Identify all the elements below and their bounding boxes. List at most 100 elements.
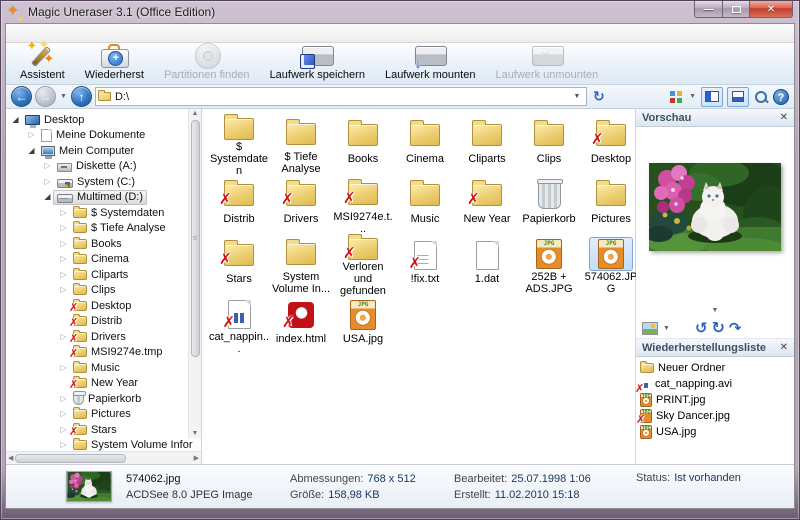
tree-item-body[interactable]: Mein Computer bbox=[37, 143, 138, 159]
tree-item-body[interactable]: Pictures bbox=[69, 407, 135, 422]
scroll-left-icon[interactable]: ◀ bbox=[8, 454, 13, 462]
toolbar-button[interactable]: Assistent bbox=[10, 38, 75, 84]
file-item[interactable]: Drivers bbox=[270, 177, 332, 235]
minimize-button[interactable]: — bbox=[694, 1, 723, 18]
tree-item[interactable]: Desktop bbox=[6, 298, 187, 314]
tree-item[interactable]: Distrib bbox=[6, 314, 187, 329]
tree-item[interactable]: Diskette (A:) bbox=[6, 159, 187, 175]
image-mode-dropdown-icon[interactable]: ▼ bbox=[662, 325, 671, 332]
refresh-icon[interactable]: ↻ bbox=[590, 88, 608, 105]
expander-icon[interactable] bbox=[58, 270, 69, 280]
expander-icon[interactable] bbox=[58, 332, 69, 342]
tree-item[interactable]: Papierkorb bbox=[6, 390, 187, 407]
help-icon[interactable]: ? bbox=[773, 88, 789, 105]
maximize-button[interactable] bbox=[723, 1, 750, 18]
file-item[interactable]: Papierkorb bbox=[518, 177, 580, 235]
expander-icon[interactable] bbox=[42, 177, 53, 187]
file-item[interactable]: Distrib bbox=[208, 177, 270, 235]
file-item[interactable]: USA.jpg bbox=[332, 297, 394, 355]
close-button[interactable]: ✕ bbox=[750, 1, 793, 18]
search-icon[interactable] bbox=[753, 89, 769, 105]
tree-item-body[interactable]: Cinema bbox=[69, 252, 133, 267]
title-bar[interactable]: Magic Uneraser 3.1 (Office Edition) — ✕ bbox=[1, 1, 799, 24]
file-item[interactable]: MSI9274e.t... bbox=[332, 177, 394, 235]
back-button[interactable]: ← bbox=[11, 86, 32, 107]
file-item[interactable]: !fix.txt bbox=[394, 237, 456, 295]
file-item[interactable]: 1.dat bbox=[456, 237, 518, 295]
tree-item-body[interactable]: Desktop bbox=[21, 112, 88, 129]
expander-icon[interactable] bbox=[58, 208, 69, 218]
tree-item-body[interactable]: MSI9274e.tmp bbox=[69, 345, 167, 360]
tree-item-body[interactable]: Desktop bbox=[69, 298, 135, 314]
tree-item-body[interactable]: Clips bbox=[69, 283, 119, 298]
menu-item[interactable] bbox=[24, 31, 38, 35]
expander-icon[interactable] bbox=[58, 394, 69, 404]
tree-item[interactable]: $ Tiefe Analyse bbox=[6, 221, 187, 237]
tree-item[interactable]: Cliparts bbox=[6, 267, 187, 283]
rotate-left-icon[interactable]: ↺ bbox=[695, 321, 708, 336]
tree-item[interactable]: Mein Computer bbox=[6, 143, 187, 159]
file-item[interactable]: $ Tiefe Analyse bbox=[270, 117, 332, 175]
tree-item[interactable]: Desktop bbox=[6, 112, 187, 129]
toolbar-button[interactable]: Laufwerk speichern bbox=[260, 43, 375, 84]
tree-item[interactable]: Music bbox=[6, 360, 187, 376]
tree-item[interactable]: New Year bbox=[6, 376, 187, 391]
expander-icon[interactable] bbox=[26, 130, 37, 140]
expander-icon[interactable] bbox=[42, 161, 53, 171]
tree-item-body[interactable]: $ Tiefe Analyse bbox=[69, 221, 170, 236]
tree-item[interactable]: $ Systemdaten bbox=[6, 205, 187, 221]
tree-horizontal-scrollbar[interactable]: ◀ ▶ bbox=[6, 451, 201, 464]
tree-item[interactable]: System (C:) bbox=[6, 174, 187, 190]
tree-item[interactable]: Books bbox=[6, 236, 187, 252]
file-item[interactable]: index.html bbox=[270, 297, 332, 355]
address-combo[interactable]: D:\ ▼ bbox=[94, 87, 587, 106]
tree-item[interactable]: System Volume Infor bbox=[6, 438, 193, 451]
tree-item-body[interactable]: Distrib bbox=[69, 314, 126, 329]
expander-icon[interactable] bbox=[58, 223, 69, 233]
recovery-list-item[interactable]: Sky Dancer.jpg bbox=[636, 408, 792, 426]
file-item[interactable]: 252B + ADS.JPG bbox=[518, 237, 580, 295]
tree-item[interactable]: Drivers bbox=[6, 329, 187, 345]
splitter-handle-icon[interactable]: ▼ bbox=[712, 307, 719, 314]
expander-icon[interactable] bbox=[42, 192, 53, 202]
view-mode-icon[interactable] bbox=[668, 89, 684, 105]
file-item[interactable]: Desktop bbox=[580, 117, 642, 175]
address-dropdown-icon[interactable]: ▼ bbox=[570, 93, 584, 100]
toolbar-button[interactable]: Partitionen finden bbox=[154, 43, 260, 84]
file-item[interactable]: 574062.JPG bbox=[580, 237, 642, 295]
expander-icon[interactable] bbox=[58, 409, 69, 419]
tree-item-body[interactable]: Drivers bbox=[69, 329, 130, 345]
file-item[interactable]: Cinema bbox=[394, 117, 456, 175]
expander-icon[interactable] bbox=[58, 285, 69, 295]
recovery-list-item[interactable]: cat_napping.avi bbox=[636, 376, 792, 395]
expander-icon[interactable] bbox=[58, 425, 69, 435]
scroll-right-icon[interactable]: ▶ bbox=[194, 454, 199, 462]
scroll-up-icon[interactable]: ▲ bbox=[192, 109, 199, 118]
tree-item-body[interactable]: Books bbox=[69, 236, 126, 251]
toolbar-button[interactable]: Laufwerk unmounten bbox=[485, 43, 608, 84]
file-item[interactable]: Verloren und gefunden bbox=[332, 234, 394, 297]
tree-item[interactable]: Multimed (D:) bbox=[6, 189, 187, 206]
tree-item[interactable]: Meine Dokumente bbox=[6, 128, 187, 144]
rotate-right-icon[interactable]: ↷ bbox=[729, 321, 742, 336]
close-icon[interactable]: ✕ bbox=[780, 342, 788, 353]
up-button[interactable]: ↑ bbox=[70, 86, 92, 107]
tree-item-body[interactable]: System (C:) bbox=[53, 174, 139, 189]
tree-item-body[interactable]: System Volume Infor bbox=[69, 438, 197, 451]
tree-item[interactable]: Stars bbox=[6, 422, 187, 438]
tree-item-body[interactable]: Music bbox=[69, 360, 124, 375]
tree-item[interactable]: Pictures bbox=[6, 407, 187, 423]
menu-item[interactable] bbox=[52, 31, 66, 35]
history-dropdown-icon[interactable]: ▼ bbox=[59, 93, 68, 100]
tree-item[interactable]: Cinema bbox=[6, 252, 187, 268]
file-item[interactable]: Clips bbox=[518, 117, 580, 175]
tree-item[interactable]: MSI9274e.tmp bbox=[6, 345, 187, 360]
expander-icon[interactable] bbox=[58, 239, 69, 249]
toolbar-button[interactable]: Laufwerk mounten bbox=[375, 43, 486, 84]
rotate-refresh-icon[interactable]: ↻ bbox=[712, 321, 725, 337]
file-item[interactable]: cat_nappin... bbox=[208, 297, 270, 355]
tree-item-body[interactable]: Multimed (D:) bbox=[53, 189, 148, 205]
scrollbar-thumb[interactable] bbox=[190, 120, 200, 357]
expander-icon[interactable] bbox=[10, 115, 21, 125]
tree-item[interactable]: Clips bbox=[6, 283, 187, 299]
